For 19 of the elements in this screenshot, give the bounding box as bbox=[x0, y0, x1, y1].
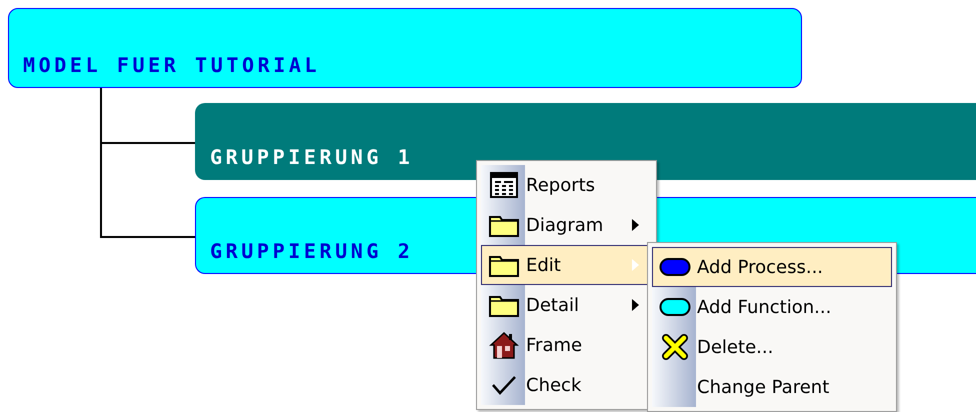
house-icon bbox=[489, 331, 519, 359]
submenu-arrow-icon bbox=[632, 219, 639, 231]
menu-item[interactable]: Add Function... bbox=[652, 287, 892, 327]
menu-item[interactable]: Detail bbox=[481, 285, 652, 325]
report-icon bbox=[490, 172, 518, 198]
folder-icon bbox=[489, 293, 519, 317]
menu-item[interactable]: Add Process... bbox=[652, 247, 892, 287]
menu-item[interactable]: Change Parent bbox=[652, 367, 892, 407]
submenu-arrow-icon bbox=[632, 299, 639, 311]
diagram-node[interactable]: MODEL FUER TUTORIAL bbox=[8, 8, 802, 88]
submenu-arrow-icon bbox=[632, 259, 639, 271]
menu-item[interactable]: Delete... bbox=[652, 327, 892, 367]
checkmark-icon bbox=[491, 375, 517, 395]
folder-icon bbox=[489, 213, 519, 237]
menu-item[interactable]: Check bbox=[481, 365, 652, 405]
menu-item[interactable]: Diagram bbox=[481, 205, 652, 245]
x-icon bbox=[661, 334, 689, 360]
folder-icon bbox=[489, 253, 519, 277]
menu-item[interactable]: Frame bbox=[481, 325, 652, 365]
